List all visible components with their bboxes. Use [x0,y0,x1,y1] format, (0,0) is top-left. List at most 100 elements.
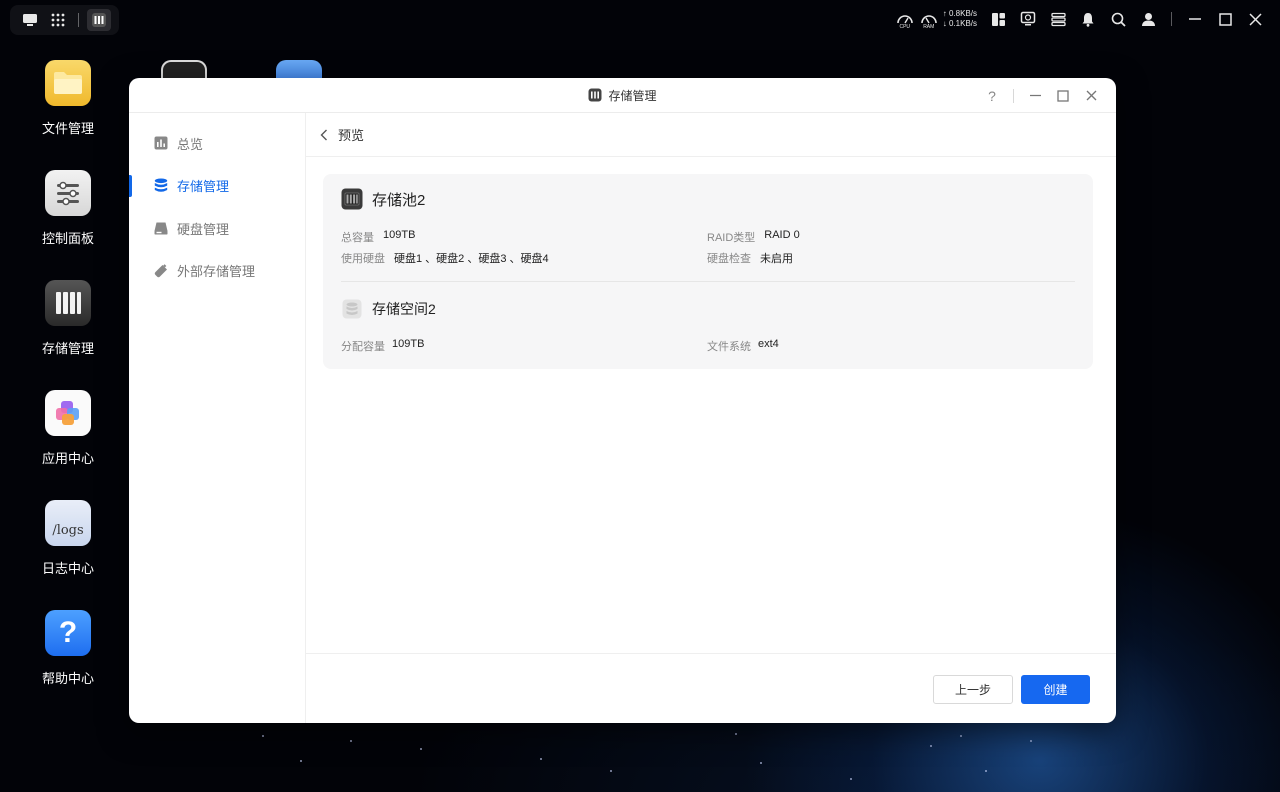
sidebar-item-external[interactable]: 外部存储管理 [129,250,305,293]
control-panel-icon [45,170,91,216]
window-close-button[interactable] [1080,85,1102,107]
kv-value: 109TB [392,338,425,350]
kv-key: 总容量 [341,232,374,244]
ram-gauge[interactable]: RAM [917,12,941,30]
close-icon [1086,90,1096,101]
kv-value: 未启用 [760,253,793,265]
kv-key: 硬盘检查 [707,253,751,265]
pool-header: 存储池2 [341,188,425,210]
card-divider [341,281,1075,282]
window-title-bar[interactable]: 存储管理 ? [129,78,1116,113]
net-down-value: 0.1KB/s [948,19,977,28]
preview-card: 存储池2 总容量 109TB RAID类型 RAID 0 使用硬盘 硬盘1 、硬… [323,174,1093,369]
kv-key: 使用硬盘 [341,253,385,265]
space-allocated: 分配容量 109TB [341,338,424,354]
window-minimize-button[interactable] [1024,85,1046,107]
storage-app-icon [588,88,602,102]
maximize-icon[interactable] [1210,0,1240,38]
taskbar-left [10,5,119,35]
pool-total-capacity: 总容量 109TB [341,229,415,245]
kv-value: ext4 [758,338,779,350]
kv-key: 分配容量 [341,341,385,353]
storage-app-icon[interactable] [87,9,111,31]
database-icon [153,178,169,194]
desktop-icon-label: 应用中心 [41,451,94,466]
net-up: ↑ 0.8KB/s [942,9,977,18]
window-controls-separator [1013,88,1014,103]
window-controls: ? [981,78,1102,113]
desktop-icon-file-manager[interactable]: 文件管理 [24,60,112,137]
desktop-icon-app-center[interactable]: 应用中心 [24,390,112,467]
kv-value: RAID 0 [764,229,800,241]
kv-value: 硬盘1 、硬盘2 、硬盘3 、硬盘4 [394,253,549,265]
sidebar-item-disk[interactable]: 硬盘管理 [129,207,305,250]
usb-drive-icon [153,263,169,279]
sidebar: 总览 存储管理 硬盘管理 外部存储管理 [129,113,306,723]
widgets-icon[interactable] [983,0,1013,38]
kv-key: 文件系统 [707,341,751,353]
desktop-icon-help[interactable]: ? 帮助中心 [24,610,112,687]
user-icon[interactable] [1133,0,1163,38]
breadcrumb: 预览 [306,113,1116,157]
space-name: 存储空间2 [372,301,436,317]
window-maximize-button[interactable] [1052,85,1074,107]
help-glyph: ? [988,87,996,104]
desktop-icon-label: 控制面板 [41,231,94,246]
desktop-icon[interactable] [18,9,42,31]
breadcrumb-title: 预览 [338,128,365,143]
create-button[interactable]: 创建 [1021,675,1090,704]
cpu-gauge[interactable]: CPU [893,12,917,30]
desktop-icon-label: 日志中心 [41,561,94,576]
folder-icon [45,60,91,106]
main-content: 预览 存储池2 总容量 109TB RAID类型 RAID 0 使用硬盘 硬盘1… [306,113,1116,723]
cpu-label: CPU [899,24,911,30]
top-bar: CPU RAM ↑ 0.8KB/s ↓ 0.1KB/s [0,0,1280,38]
storage-pool-icon [341,188,363,210]
tasks-icon[interactable] [1043,0,1073,38]
storage-space-icon [341,298,363,320]
sidebar-item-label: 外部存储管理 [177,264,256,280]
minimize-icon [1029,94,1041,97]
help-icon: ? [45,610,91,656]
desktop-icon-label: 文件管理 [41,121,94,136]
window-title: 存储管理 [608,88,657,103]
back-chevron-icon[interactable] [320,129,328,141]
app-grid-icon[interactable] [46,9,70,31]
storage-manager-window: 存储管理 ? 总览 存储管理 硬盘管理 外部存储管理 预览 存储池2 总容量 1… [129,78,1116,723]
logs-tile-text: /logs [52,522,84,538]
pool-disk-check: 硬盘检查 未启用 [707,250,793,266]
help-button[interactable]: ? [981,85,1003,107]
sidebar-item-overview[interactable]: 总览 [129,122,305,165]
network-speed[interactable]: ↑ 0.8KB/s ↓ 0.1KB/s [943,9,977,29]
overview-icon [153,135,169,151]
net-down: ↓ 0.1KB/s [942,19,977,28]
ram-label: RAM [923,24,935,30]
sidebar-item-label: 总览 [177,136,204,152]
close-icon[interactable] [1240,0,1270,38]
desktop-icon-label: 存储管理 [41,341,94,356]
desktop-icon-storage[interactable]: 存储管理 [24,280,112,357]
desktop-icon-control-panel[interactable]: 控制面板 [24,170,112,247]
pool-disks: 使用硬盘 硬盘1 、硬盘2 、硬盘3 、硬盘4 [341,250,549,266]
sidebar-item-storage[interactable]: 存储管理 [129,165,305,208]
desktop-icon-label: 帮助中心 [41,671,94,686]
bell-icon[interactable] [1073,0,1103,38]
kv-value: 109TB [383,229,416,241]
maximize-icon [1057,89,1069,102]
previous-step-button[interactable]: 上一步 [933,675,1013,704]
minimize-icon[interactable] [1180,0,1210,38]
space-filesystem: 文件系统 ext4 [707,338,779,354]
taskbar-separator-right [1171,12,1172,26]
monitor-icon[interactable] [1013,0,1043,38]
desktop-icon-logs[interactable]: /logs 日志中心 [24,500,112,577]
sidebar-item-label: 存储管理 [177,179,230,195]
app-center-icon [45,390,91,436]
search-icon[interactable] [1103,0,1133,38]
kv-key: RAID类型 [707,232,756,244]
taskbar-separator [78,13,79,27]
disk-icon [153,220,169,236]
net-up-value: 0.8KB/s [948,9,977,18]
storage-icon [45,280,91,326]
logs-icon: /logs [45,500,91,546]
taskbar-right: CPU RAM ↑ 0.8KB/s ↓ 0.1KB/s [893,0,1270,38]
